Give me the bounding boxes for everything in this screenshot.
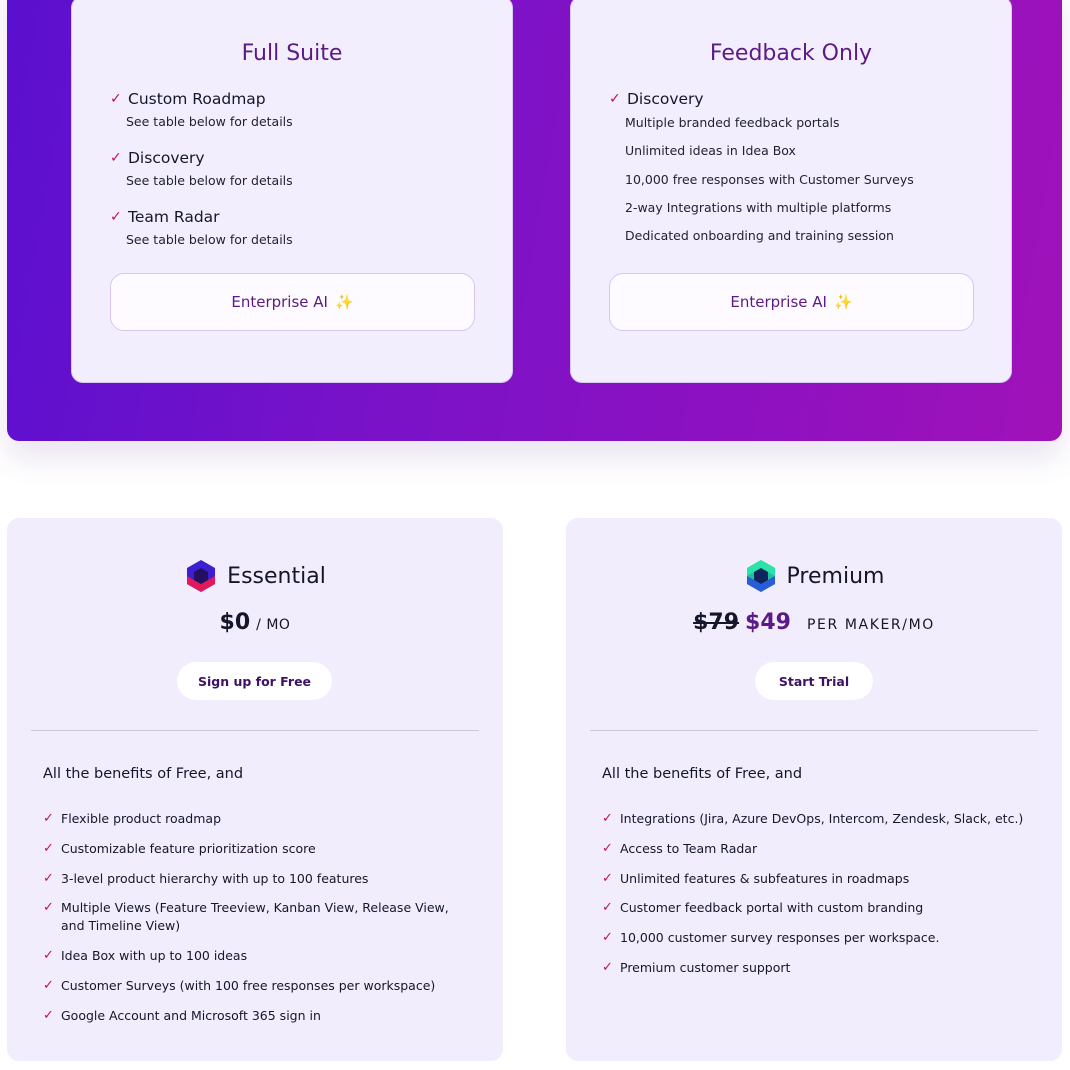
- feedback-only-feature-list: ✓ Discovery Multiple branded feedback por…: [609, 89, 981, 250]
- feature-text: Premium customer support: [620, 959, 791, 975]
- feature-text: Integrations (Jira, Azure DevOps, Interc…: [620, 811, 1024, 826]
- list-item: ✓ Premium customer support: [602, 959, 1034, 977]
- price-unit: PER MAKER/MO: [806, 617, 935, 633]
- list-item: ✓ 10,000 customer survey responses per wo…: [602, 929, 1034, 947]
- check-icon: ✓: [43, 870, 54, 886]
- premium-feature-list: ✓ Integrations (Jira, Azure DevOps, Inter…: [602, 810, 1034, 989]
- feature-text: Customer feedback portal with custom bra…: [620, 900, 924, 916]
- feature-text: Flexible product roadmap: [61, 811, 222, 826]
- plan-header: Essential: [7, 559, 503, 593]
- feature-note: See table below for details: [126, 232, 293, 247]
- list-item: ✓ Multiple Views (Feature Treeview, Kanba…: [43, 899, 475, 935]
- check-icon: ✓: [602, 870, 613, 886]
- check-icon: ✓: [43, 811, 54, 826]
- check-icon: ✓: [602, 811, 613, 826]
- check-icon: ✓: [43, 840, 54, 856]
- feature-text: 10,000 customer survey responses per wor…: [620, 930, 940, 946]
- divider: [31, 730, 479, 731]
- feature-text: Customizable feature prioritization scor…: [61, 840, 316, 856]
- feature-detail: 10,000 free responses with Customer Surv…: [625, 171, 914, 187]
- feature-label: Team Radar: [128, 208, 220, 226]
- check-icon: ✓: [602, 840, 613, 856]
- list-item: ✓ Customizable feature prioritization sco…: [43, 840, 475, 858]
- enterprise-ai-label: Enterprise AI: [231, 293, 328, 311]
- check-icon: ✓: [602, 959, 613, 975]
- plan-name: Premium: [786, 563, 885, 589]
- price: $0: [219, 610, 251, 635]
- list-item: ✓ Unlimited features & subfeatures in roa…: [602, 870, 1034, 888]
- premium-logo-icon: [746, 560, 775, 592]
- list-item: ✓ Access to Team Radar: [602, 840, 1034, 858]
- sign-up-free-button[interactable]: Sign up for Free: [177, 662, 332, 700]
- feature-detail: Multiple branded feedback portals: [625, 115, 840, 130]
- feature-label: Discovery: [627, 90, 704, 108]
- divider: [590, 730, 1038, 731]
- check-icon: ✓: [43, 977, 54, 993]
- check-icon: ✓: [43, 900, 54, 916]
- feature-detail: Unlimited ideas in Idea Box: [625, 143, 796, 159]
- essential-plan-card: Essential $0 / MO Sign up for Free All t…: [7, 518, 503, 1061]
- full-suite-title: Full Suite: [241, 41, 343, 66]
- list-item: ✓ Flexible product roadmap: [43, 810, 475, 828]
- price-row: $0 / MO: [7, 610, 503, 635]
- check-icon: ✓: [609, 91, 621, 107]
- list-item: ✓ Idea Box with up to 100 ideas: [43, 947, 475, 965]
- feedback-only-card: Feedback Only ✓ Discovery Multiple brande…: [570, 0, 1012, 383]
- list-item: ✓ Custom Roadmap See table below for deta…: [110, 89, 482, 132]
- feature-text: Multiple Views (Feature Treeview, Kanban…: [61, 900, 449, 934]
- check-icon: ✓: [110, 209, 122, 225]
- essential-logo-icon: [187, 560, 216, 592]
- feature-text: Customer Surveys (with 100 free response…: [61, 977, 436, 993]
- feature-note: See table below for details: [126, 114, 293, 129]
- feature-text: Access to Team Radar: [620, 840, 758, 856]
- list-item: ✓ Customer Surveys (with 100 free respons…: [43, 977, 475, 995]
- enterprise-plans-band: Full Suite ✓ Custom Roadmap See table bel…: [7, 0, 1062, 441]
- list-item: ✓ Integrations (Jira, Azure DevOps, Inter…: [602, 810, 1034, 828]
- feature-text: Unlimited features & subfeatures in road…: [620, 870, 910, 886]
- start-trial-button[interactable]: Start Trial: [755, 662, 873, 700]
- list-item: ✓ 3-level product hierarchy with up to 10…: [43, 870, 475, 888]
- list-item: ✓ Customer feedback portal with custom br…: [602, 899, 1034, 917]
- check-icon: ✓: [602, 900, 613, 916]
- feature-text: Google Account and Microsoft 365 sign in: [61, 1007, 321, 1023]
- premium-plan-card: Premium $79 $49 PER MAKER/MO Start Trial…: [566, 518, 1062, 1061]
- feature-note: See table below for details: [126, 173, 293, 188]
- enterprise-ai-button[interactable]: Enterprise AI ✨: [609, 273, 974, 331]
- plan-name: Essential: [227, 563, 326, 589]
- list-item: ✓ Discovery See table below for details: [110, 148, 482, 191]
- list-item: ✓ Discovery Multiple branded feedback por…: [609, 89, 981, 250]
- enterprise-ai-label: Enterprise AI: [730, 293, 827, 311]
- plan-intro: All the benefits of Free, and: [602, 766, 803, 782]
- check-icon: ✓: [110, 91, 122, 107]
- list-item: ✓ Team Radar See table below for details: [110, 207, 482, 250]
- price: $49: [745, 610, 791, 635]
- price-unit: / MO: [256, 617, 291, 633]
- full-suite-feature-list: ✓ Custom Roadmap See table below for deta…: [110, 89, 482, 266]
- sparkles-icon: ✨: [833, 293, 853, 311]
- price-row: $79 $49 PER MAKER/MO: [566, 610, 1062, 635]
- feature-detail: Dedicated onboarding and training sessio…: [625, 228, 894, 244]
- check-icon: ✓: [43, 1007, 54, 1023]
- check-icon: ✓: [43, 948, 54, 964]
- feedback-only-title: Feedback Only: [709, 41, 873, 66]
- feature-label: Custom Roadmap: [128, 90, 266, 108]
- old-price: $79: [693, 610, 740, 635]
- enterprise-ai-button[interactable]: Enterprise AI ✨: [110, 273, 475, 331]
- check-icon: ✓: [602, 930, 613, 946]
- check-icon: ✓: [110, 150, 122, 166]
- essential-feature-list: ✓ Flexible product roadmap ✓ Customizable …: [43, 810, 475, 1037]
- feature-detail: 2-way Integrations with multiple platfor…: [625, 199, 892, 215]
- feature-text: Idea Box with up to 100 ideas: [61, 948, 248, 964]
- plan-intro: All the benefits of Free, and: [43, 766, 244, 782]
- feature-text: 3-level product hierarchy with up to 100…: [61, 870, 369, 886]
- plan-header: Premium: [566, 559, 1062, 593]
- sparkles-icon: ✨: [334, 293, 354, 311]
- full-suite-card: Full Suite ✓ Custom Roadmap See table bel…: [71, 0, 513, 383]
- feature-label: Discovery: [128, 149, 205, 167]
- list-item: ✓ Google Account and Microsoft 365 sign i…: [43, 1007, 475, 1025]
